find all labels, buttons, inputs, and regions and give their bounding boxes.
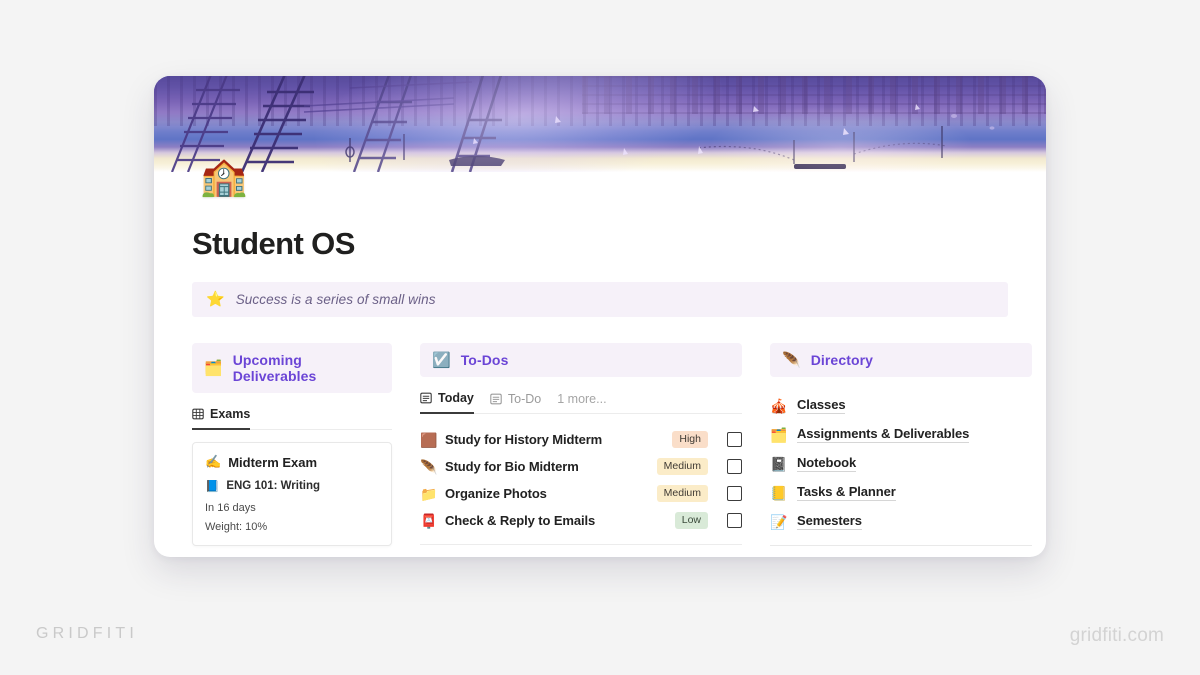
directory-link-label: Classes xyxy=(797,397,846,414)
todo-item-title: Study for Bio Midterm xyxy=(445,459,579,474)
todo-checkbox[interactable] xyxy=(727,486,742,501)
directory-link-label: Tasks & Planner xyxy=(797,484,896,501)
gridfiti-watermark-right: gridfiti.com xyxy=(1069,625,1164,646)
exam-card-due: In 16 days xyxy=(205,502,256,514)
column-upcoming-deliverables: 🗂️ Upcoming Deliverables Exams ✍️ Midter… xyxy=(192,343,392,557)
directory-divider xyxy=(770,545,1032,546)
deliverables-header: 🗂️ Upcoming Deliverables xyxy=(192,343,392,393)
exam-card-title-row: ✍️ Midterm Exam xyxy=(205,454,379,470)
directory-header: 🪶 Directory xyxy=(770,343,1032,377)
tab-today-label: Today xyxy=(438,391,474,405)
priority-badge: High xyxy=(672,431,708,448)
todo-item-title: Organize Photos xyxy=(445,486,547,501)
page-emoji-icon[interactable]: 🏫 xyxy=(200,158,247,196)
directory-link-label: Notebook xyxy=(797,455,857,472)
directory-group-primary: 🎪 Classes 🗂️ Assignments & Deliverables … xyxy=(770,391,1032,536)
todo-item-title: Study for History Midterm xyxy=(445,432,603,447)
tab-exams-label: Exams xyxy=(210,407,251,421)
brown-square-icon: 🟫 xyxy=(420,431,438,448)
writing-hand-icon: ✍️ xyxy=(205,454,222,469)
exam-card-title: Midterm Exam xyxy=(228,454,318,470)
ledger-icon: 📒 xyxy=(770,484,788,501)
todo-checkbox[interactable] xyxy=(727,432,742,447)
todos-db-tabs: Today To-Do 1 more... xyxy=(420,391,742,414)
todo-list-divider xyxy=(420,544,742,545)
directory-link-semesters[interactable]: 📝 Semesters xyxy=(770,507,1032,536)
blue-book-icon: 📘 xyxy=(205,481,220,493)
directory-link-classes[interactable]: 🎪 Classes xyxy=(770,391,1032,420)
todo-checkbox[interactable] xyxy=(727,459,742,474)
directory-link-tasks-planner[interactable]: 📒 Tasks & Planner xyxy=(770,478,1032,507)
callout-text: Success is a series of small wins xyxy=(235,292,436,307)
exam-card[interactable]: ✍️ Midterm Exam 📘 ENG 101: Writing In 16… xyxy=(192,442,392,546)
directory-link-label: Semesters xyxy=(797,513,862,530)
tab-today[interactable]: Today xyxy=(420,391,474,414)
notebook-icon: 📓 xyxy=(770,455,788,472)
card-box-icon: 🗂️ xyxy=(204,359,223,377)
priority-badge: Medium xyxy=(656,485,708,502)
directory-link-reading-tracker[interactable]: 📘 Reading Tracker xyxy=(770,554,1032,557)
directory-link-assignments-deliverables[interactable]: 🗂️ Assignments & Deliverables xyxy=(770,420,1032,449)
circus-tent-icon: 🎪 xyxy=(770,397,788,414)
three-column-layout: 🗂️ Upcoming Deliverables Exams ✍️ Midter… xyxy=(192,343,1032,557)
page-cover-image[interactable] xyxy=(154,76,1046,172)
todo-list: 🟫 Study for History Midterm High 🪶 Study… xyxy=(420,426,742,534)
feather-icon: 🪶 xyxy=(782,351,801,369)
column-directory: 🪶 Directory 🎪 Classes 🗂️ Assignments & D… xyxy=(770,343,1032,557)
checkbox-icon: ☑️ xyxy=(432,351,451,369)
list-view-icon xyxy=(490,393,502,405)
priority-badge: Low xyxy=(674,512,708,529)
table-view-icon xyxy=(192,408,204,420)
exam-card-weight: Weight: 10% xyxy=(205,521,268,533)
star-icon: ⭐ xyxy=(206,291,225,308)
folder-icon: 📁 xyxy=(420,485,438,502)
page-body: Student OS ⭐ Success is a series of smal… xyxy=(154,172,1046,557)
column-todos: ☑️ To-Dos Today To-Do 1 more... 🟫 Study … xyxy=(420,343,742,557)
feather-icon: 🪶 xyxy=(420,458,438,475)
todo-item[interactable]: 📮 Check & Reply to Emails Low xyxy=(420,507,742,534)
directory-header-label: Directory xyxy=(810,352,874,368)
tab-todo-label: To-Do xyxy=(507,392,542,406)
deliverables-db-tabs: Exams xyxy=(192,407,392,430)
todo-item[interactable]: 🟫 Study for History Midterm High xyxy=(420,426,742,453)
memo-icon: 📝 xyxy=(770,513,788,530)
exam-card-class-row: 📘 ENG 101: Writing xyxy=(205,479,379,493)
todo-item-title: Check & Reply to Emails xyxy=(445,513,596,528)
quote-callout: ⭐ Success is a series of small wins xyxy=(192,282,1008,317)
directory-link-notebook[interactable]: 📓 Notebook xyxy=(770,449,1032,478)
todos-header: ☑️ To-Dos xyxy=(420,343,742,377)
directory-link-label: Assignments & Deliverables xyxy=(797,426,970,443)
tab-todo[interactable]: To-Do xyxy=(490,392,541,413)
card-box-icon: 🗂️ xyxy=(770,426,788,443)
todo-item[interactable]: 📁 Organize Photos Medium xyxy=(420,480,742,507)
todos-header-label: To-Dos xyxy=(460,352,509,368)
tab-exams[interactable]: Exams xyxy=(192,407,251,430)
mailbox-icon: 📮 xyxy=(420,512,438,529)
list-view-icon xyxy=(420,392,432,404)
cover-light-glow-right xyxy=(707,104,975,172)
exam-card-class: ENG 101: Writing xyxy=(226,480,321,492)
page-title: Student OS xyxy=(192,226,355,261)
todo-item[interactable]: 🪶 Study for Bio Midterm Medium xyxy=(420,453,742,480)
deliverables-header-label: Upcoming Deliverables xyxy=(232,352,317,384)
tabs-more-button[interactable]: 1 more... xyxy=(557,392,606,413)
directory-group-secondary: 📘 Reading Tracker 🎓 Study Hub xyxy=(770,554,1032,557)
notion-page-window: 🏫 Student OS ⭐ Success is a series of sm… xyxy=(154,76,1046,557)
priority-badge: Medium xyxy=(656,458,708,475)
cover-light-glow xyxy=(306,76,733,172)
gridfiti-watermark-left: GRIDFITI xyxy=(36,625,139,642)
todo-checkbox[interactable] xyxy=(727,513,742,528)
